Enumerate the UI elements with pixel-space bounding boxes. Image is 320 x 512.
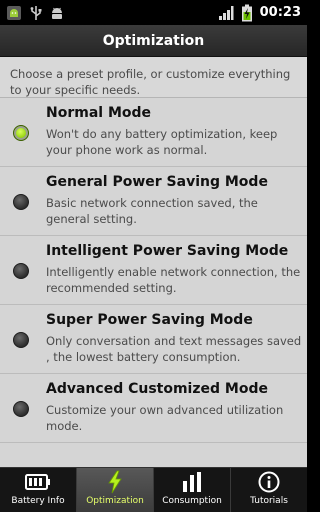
radio-button-icon[interactable] <box>13 263 29 279</box>
option-advanced-customized[interactable]: Advanced Customized Mode Customize your … <box>0 375 307 443</box>
option-description: Basic network connection saved, the gene… <box>46 196 258 226</box>
android-app-icon <box>6 5 22 21</box>
signal-icon <box>218 5 234 21</box>
intro-text: Choose a preset profile, or customize ev… <box>0 57 307 98</box>
status-bar: 00:23 <box>0 0 307 25</box>
tab-label: Tutorials <box>250 496 288 506</box>
option-general-power-saving[interactable]: General Power Saving Mode Basic network … <box>0 168 307 236</box>
tab-tutorials[interactable]: Tutorials <box>231 468 307 512</box>
bottom-tab-bar: Battery Info Optimization Consumption Tu… <box>0 467 307 512</box>
page-title: Optimization <box>102 32 205 49</box>
android-debug-icon <box>50 5 64 21</box>
tab-label: Battery Info <box>11 496 65 506</box>
bar-chart-icon <box>181 470 203 494</box>
radio-button-icon[interactable] <box>13 194 29 210</box>
option-description: Won't do any battery optimization, keep … <box>46 127 278 157</box>
option-description: Customize your own advanced utilization … <box>46 403 284 433</box>
tab-optimization[interactable]: Optimization <box>77 468 154 512</box>
radio-button-icon[interactable] <box>13 125 29 141</box>
tab-consumption[interactable]: Consumption <box>154 468 231 512</box>
options-list: Choose a preset profile, or customize ev… <box>0 57 307 467</box>
info-icon <box>258 470 280 494</box>
radio-button-icon[interactable] <box>13 332 29 348</box>
option-description: Intelligently enable network connection,… <box>46 265 301 295</box>
radio-button-icon[interactable] <box>13 401 29 417</box>
tab-label: Optimization <box>86 496 144 506</box>
battery-icon <box>25 470 51 494</box>
header: Optimization <box>0 25 307 57</box>
status-time: 00:23 <box>259 5 301 20</box>
option-super-power-saving[interactable]: Super Power Saving Mode Only conversatio… <box>0 306 307 374</box>
option-title: Super Power Saving Mode <box>46 312 253 328</box>
option-title: Advanced Customized Mode <box>46 381 268 397</box>
battery-charging-icon <box>241 4 253 22</box>
option-title: Normal Mode <box>46 105 152 121</box>
option-title: Intelligent Power Saving Mode <box>46 243 289 259</box>
tab-battery-info[interactable]: Battery Info <box>0 468 77 512</box>
usb-icon <box>29 5 43 21</box>
option-title: General Power Saving Mode <box>46 174 268 190</box>
lightning-icon <box>107 470 123 494</box>
option-description: Only conversation and text messages save… <box>46 334 302 364</box>
option-normal-mode[interactable]: Normal Mode Won't do any battery optimiz… <box>0 99 307 167</box>
option-intelligent-power-saving[interactable]: Intelligent Power Saving Mode Intelligen… <box>0 237 307 305</box>
tab-label: Consumption <box>162 496 222 506</box>
